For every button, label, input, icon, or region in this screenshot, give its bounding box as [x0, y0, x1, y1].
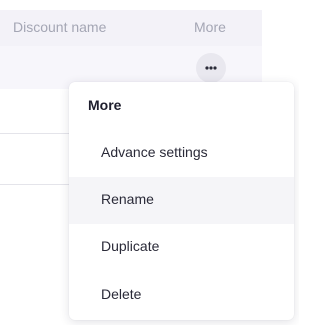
menu-item-label: Delete — [101, 286, 142, 302]
menu-item-label: Duplicate — [101, 238, 160, 254]
menu-item-delete[interactable]: Delete — [69, 272, 294, 319]
page: Discount name More More Advance settings… — [0, 0, 299, 325]
menu-item-label: Rename — [101, 191, 154, 207]
menu-item-duplicate[interactable]: Duplicate — [69, 224, 294, 271]
row-more-button[interactable] — [196, 53, 226, 83]
column-header-discount-name[interactable]: Discount name — [13, 19, 106, 35]
menu-item-rename[interactable]: Rename — [69, 177, 294, 224]
menu-item-advance-settings[interactable]: Advance settings — [69, 130, 294, 177]
ellipsis-horizontal-icon — [205, 66, 217, 70]
table-header: Discount name More — [0, 10, 262, 46]
menu-item-label: Advance settings — [101, 144, 208, 160]
more-dropdown-menu: More Advance settings Rename Duplicate D… — [69, 82, 294, 320]
column-header-more: More — [194, 19, 226, 35]
menu-title: More — [88, 97, 122, 113]
